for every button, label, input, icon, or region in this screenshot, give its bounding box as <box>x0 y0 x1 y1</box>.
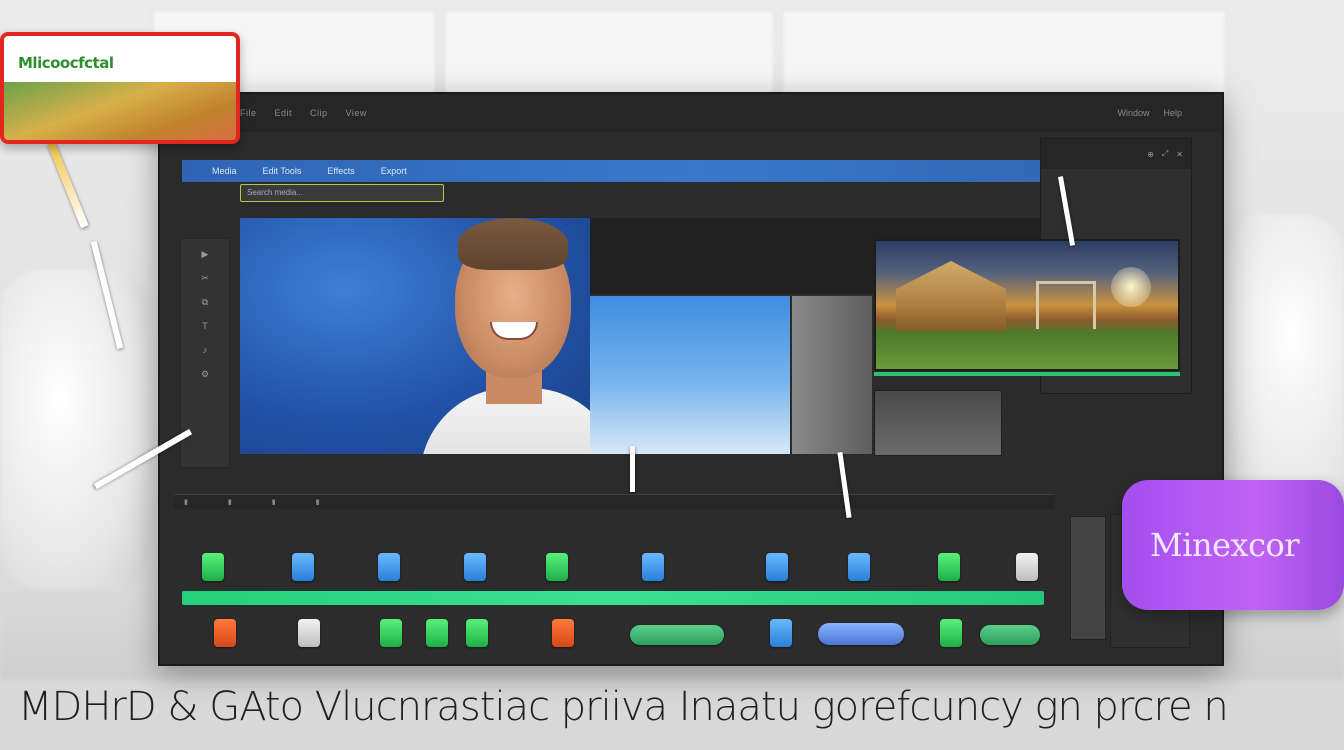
video-track <box>182 553 1044 589</box>
video-preview[interactable] <box>240 218 590 454</box>
brand-logo-text: Mlicoocfctal <box>18 54 114 72</box>
timeline-clip[interactable] <box>380 619 402 647</box>
structure-frame <box>1036 281 1096 329</box>
fit-icon[interactable]: ⤢ <box>1162 149 1168 159</box>
annotation-arrow <box>630 446 635 492</box>
timeline-clip[interactable] <box>466 619 488 647</box>
audio-icon[interactable]: ♪ <box>190 343 220 357</box>
timeline-clip[interactable] <box>552 619 574 647</box>
sky-preview-panel <box>590 296 790 454</box>
menubar: File Edit Clip View Window Help <box>160 94 1222 132</box>
media-toolbar: Media Edit Tools Effects Export <box>182 160 1040 182</box>
timeline-scrollbar[interactable] <box>1070 516 1106 640</box>
side-preview-panel <box>792 296 872 454</box>
audio-track <box>182 619 1044 649</box>
tab-effects[interactable]: Effects <box>327 166 354 176</box>
bg-wall-panel <box>444 10 774 96</box>
zoom-icon[interactable]: ⊕ <box>1147 150 1154 159</box>
timeline-clip[interactable] <box>1016 553 1038 581</box>
inset-toolbar: ⊕ ⤢ ✕ <box>1041 139 1191 169</box>
tab-media[interactable]: Media <box>212 166 237 176</box>
timeline-clip[interactable] <box>938 553 960 581</box>
brand-badge-text: Minexcor <box>1150 526 1300 564</box>
ruler-mark-icon: ▮ <box>315 499 320 506</box>
timeline-clip-long[interactable] <box>980 625 1040 645</box>
timeline-clip-long[interactable] <box>818 623 904 645</box>
layers-icon[interactable]: ⧉ <box>190 295 220 309</box>
timeline-clip[interactable] <box>642 553 664 581</box>
timeline-clip[interactable] <box>426 619 448 647</box>
search-input[interactable]: Search media... <box>240 184 444 202</box>
menu-item-file[interactable]: File <box>240 108 257 118</box>
field-image <box>4 82 236 140</box>
ruler-mark-icon: ▮ <box>227 499 232 506</box>
tab-edit-tools[interactable]: Edit Tools <box>263 166 302 176</box>
person-hair <box>458 218 568 270</box>
menubar-right: Window Help <box>1117 108 1222 118</box>
timeline-clip[interactable] <box>292 553 314 581</box>
timeline-clip[interactable] <box>766 553 788 581</box>
timeline-clip[interactable] <box>848 553 870 581</box>
tab-export[interactable]: Export <box>381 166 407 176</box>
bg-chair-left <box>0 270 150 590</box>
timeline-clip[interactable] <box>940 619 962 647</box>
text-tool-icon[interactable]: T <box>190 319 220 333</box>
timeline-clip[interactable] <box>378 553 400 581</box>
editor-monitor: File Edit Clip View Window Help Media Ed… <box>158 92 1224 666</box>
bg-chair-right <box>1214 215 1344 515</box>
brand-logo-card: Mlicoocfctal <box>0 32 240 144</box>
timeline: ▮ ▮ ▮ ▮ <box>174 494 1054 656</box>
play-icon[interactable]: ▶ <box>190 247 220 261</box>
audio-track-bar[interactable] <box>182 591 1044 605</box>
ruler-mark-icon: ▮ <box>184 499 188 506</box>
brand-badge: Minexcor <box>1122 480 1344 610</box>
bg-wall-panel <box>782 10 1226 96</box>
landscape-inset-image[interactable] <box>874 239 1180 371</box>
scissors-icon[interactable]: ✂ <box>190 271 220 285</box>
timeline-clip-long[interactable] <box>630 625 724 645</box>
menu-item-view[interactable]: View <box>346 108 367 118</box>
menu-item-help[interactable]: Help <box>1163 108 1182 118</box>
inset-scrubber[interactable] <box>874 372 1180 376</box>
menu-item-edit[interactable]: Edit <box>275 108 293 118</box>
settings-icon[interactable]: ⚙ <box>190 367 220 381</box>
menu-item-clip[interactable]: Clip <box>310 108 328 118</box>
page-caption: MDHrD & GAto Vlucnrastiac priiva Inaatu … <box>18 684 1229 730</box>
close-icon[interactable]: ✕ <box>1176 150 1183 159</box>
ruler-mark-icon: ▮ <box>271 499 276 506</box>
timeline-clip[interactable] <box>214 619 236 647</box>
timeline-clip[interactable] <box>464 553 486 581</box>
timeline-clip[interactable] <box>202 553 224 581</box>
timeline-clip[interactable] <box>770 619 792 647</box>
barn-shape <box>896 261 1006 331</box>
thumbnail-panel[interactable] <box>874 390 1002 456</box>
timeline-clip[interactable] <box>298 619 320 647</box>
timeline-ruler[interactable]: ▮ ▮ ▮ ▮ <box>174 495 1054 509</box>
annotation-arrow <box>47 141 89 229</box>
sun-glow <box>1111 267 1151 307</box>
menu-item-window[interactable]: Window <box>1117 108 1149 118</box>
timeline-clip[interactable] <box>546 553 568 581</box>
